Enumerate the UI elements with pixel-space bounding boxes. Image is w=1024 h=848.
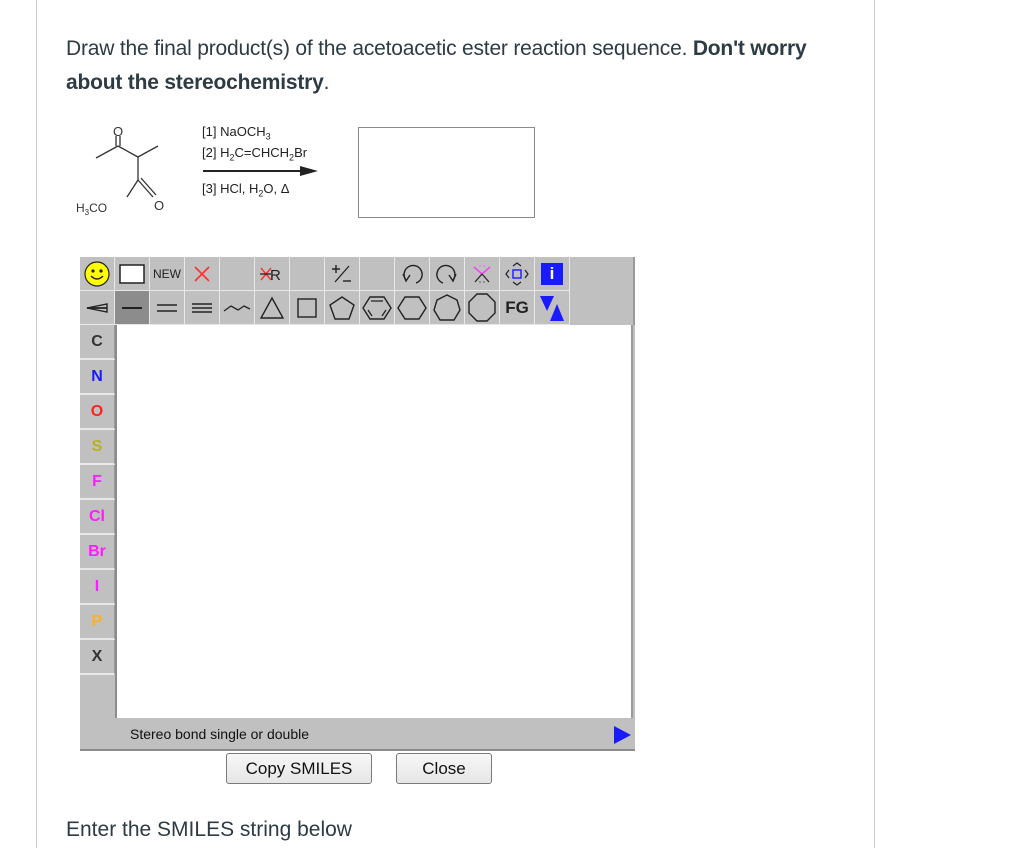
atom-symbol: F bbox=[92, 472, 102, 490]
empty-slot bbox=[360, 257, 395, 291]
atom-symbol: S bbox=[91, 437, 103, 455]
atom-button-x[interactable]: X bbox=[80, 640, 115, 675]
atom-button-n[interactable]: N bbox=[80, 360, 115, 395]
double-bond-icon[interactable] bbox=[150, 291, 185, 325]
product-answer-box[interactable] bbox=[358, 127, 535, 218]
toolbar-edge bbox=[633, 257, 635, 325]
atom-button-i[interactable]: I bbox=[80, 570, 115, 605]
close-button[interactable]: Close bbox=[396, 753, 492, 784]
reagent-step-1: [1] NaOCH3 bbox=[202, 124, 271, 142]
benzene-ring-icon[interactable] bbox=[360, 291, 395, 325]
toolbar-row-2: FG bbox=[80, 291, 570, 325]
heptagon-ring-icon[interactable] bbox=[430, 291, 465, 325]
question-period: . bbox=[323, 71, 330, 94]
stereo-bond-icon[interactable] bbox=[80, 291, 115, 325]
triangle-ring-icon[interactable] bbox=[255, 291, 290, 325]
template-triangles-icon[interactable] bbox=[535, 291, 570, 325]
atom-button-s[interactable]: S bbox=[80, 430, 115, 465]
methoxy-label: H3CO bbox=[76, 201, 107, 217]
atom-symbol: P bbox=[91, 612, 103, 630]
status-bar: Stereo bond single or double bbox=[80, 718, 635, 751]
atom-button-p[interactable]: P bbox=[80, 605, 115, 640]
carbonyl-oxygen-label: O bbox=[113, 124, 123, 139]
atom-palette: C N O S F Cl Br I P X bbox=[80, 325, 115, 675]
square-ring-icon[interactable] bbox=[290, 291, 325, 325]
status-text: Stereo bond single or double bbox=[130, 726, 310, 742]
atom-button-c[interactable]: C bbox=[80, 325, 115, 360]
triple-bond-icon[interactable] bbox=[185, 291, 220, 325]
atom-button-o[interactable]: O bbox=[80, 395, 115, 430]
question-text: Draw the final product(s) of the acetoac… bbox=[66, 37, 693, 60]
smiley-icon[interactable] bbox=[80, 257, 115, 291]
undo-icon[interactable] bbox=[395, 257, 430, 291]
atom-symbol: I bbox=[94, 577, 100, 595]
question-prompt: Draw the final product(s) of the acetoac… bbox=[66, 32, 846, 100]
clear-pink-x-icon[interactable] bbox=[465, 257, 500, 291]
atom-symbol: O bbox=[90, 402, 104, 420]
reagent-list: [1] NaOCH3 [2] H2C=CHCH2Br [3] HCl, H2O,… bbox=[202, 124, 307, 202]
fg-label: FG bbox=[505, 297, 529, 317]
functional-group-button[interactable]: FG bbox=[500, 291, 535, 325]
info-label: i bbox=[541, 262, 563, 285]
new-button[interactable]: NEW bbox=[150, 257, 185, 291]
toolbar-row-1: NEW R i bbox=[80, 257, 570, 291]
delete-x-icon[interactable] bbox=[185, 257, 220, 291]
atom-symbol: Cl bbox=[89, 507, 105, 525]
play-arrow-icon[interactable] bbox=[614, 726, 631, 744]
empty-slot bbox=[220, 257, 255, 291]
reagent-step-2: [2] H2C=CHCH2Br bbox=[202, 144, 308, 163]
single-bond-icon[interactable] bbox=[115, 291, 150, 325]
atom-button-br[interactable]: Br bbox=[80, 535, 115, 570]
charge-plus-minus-icon[interactable] bbox=[325, 257, 360, 291]
chain-icon[interactable] bbox=[220, 291, 255, 325]
atom-button-f[interactable]: F bbox=[80, 465, 115, 500]
smiles-entry-prompt: Enter the SMILES string below bbox=[66, 818, 352, 841]
info-icon[interactable]: i bbox=[535, 257, 570, 291]
move-arrows-icon[interactable] bbox=[500, 257, 535, 291]
pentagon-ring-icon[interactable] bbox=[325, 291, 360, 325]
atom-symbol: X bbox=[91, 647, 103, 665]
octagon-ring-icon[interactable] bbox=[465, 291, 500, 325]
copy-smiles-button[interactable]: Copy SMILES bbox=[226, 753, 372, 784]
redo-icon[interactable] bbox=[430, 257, 465, 291]
blank-rectangle-icon[interactable] bbox=[115, 257, 150, 291]
atom-symbol: N bbox=[91, 367, 103, 385]
molecule-editor: NEW R i FG C N O S F Cl Br I P X Stereo … bbox=[80, 257, 635, 751]
atom-button-cl[interactable]: Cl bbox=[80, 500, 115, 535]
ester-oxygen-label: O bbox=[154, 198, 164, 213]
empty-slot bbox=[290, 257, 325, 291]
remove-r-group-icon[interactable]: R bbox=[255, 257, 290, 291]
hexagon-ring-icon[interactable] bbox=[395, 291, 430, 325]
atom-symbol: C bbox=[91, 332, 103, 350]
atom-symbol: Br bbox=[88, 542, 106, 560]
reagent-step-3: [3] HCl, H2O, Δ bbox=[202, 181, 290, 199]
r-label: R bbox=[270, 267, 281, 284]
new-label: NEW bbox=[153, 266, 181, 281]
drawing-canvas[interactable] bbox=[115, 325, 633, 718]
